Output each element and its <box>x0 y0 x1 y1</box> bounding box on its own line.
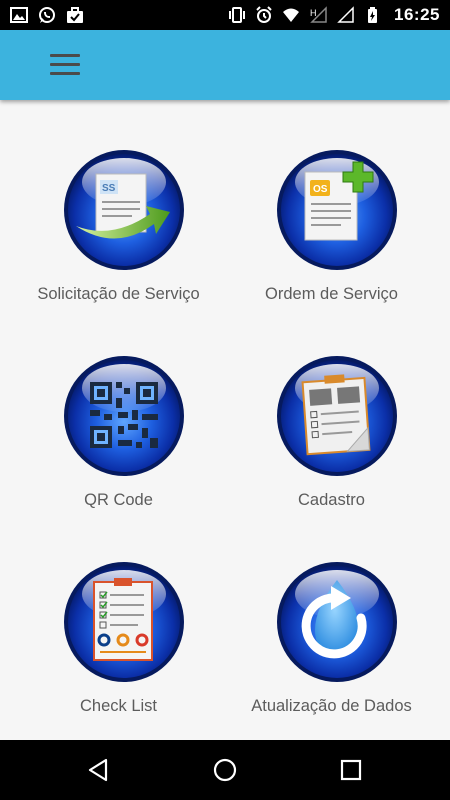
tile-label: Ordem de Serviço <box>265 285 398 303</box>
tile-qr-code[interactable]: QR Code <box>6 306 231 509</box>
status-time: 16:25 <box>394 5 440 24</box>
tile-label: Solicitação de Serviço <box>37 285 200 303</box>
menu-grid: SS Solicitação de Serviço OS Ordem de Se… <box>0 100 450 740</box>
refresh-data-icon <box>277 562 397 682</box>
briefcase-check-icon <box>67 7 83 23</box>
tile-check-list[interactable]: Check List <box>6 512 231 715</box>
whatsapp-icon <box>39 7 55 23</box>
app-bar <box>0 30 450 100</box>
hamburger-menu-icon[interactable] <box>50 54 80 76</box>
tile-solicitacao-servico[interactable]: SS Solicitação de Serviço <box>6 100 231 303</box>
tile-atualizacao-dados[interactable]: Atualização de Dados <box>219 512 444 715</box>
battery-charging-icon <box>368 7 378 23</box>
tile-label: QR Code <box>84 491 153 509</box>
signal-h-icon: H <box>310 6 327 23</box>
wifi-icon <box>283 8 300 22</box>
tile-ordem-servico[interactable]: OS Ordem de Serviço <box>219 100 444 303</box>
image-icon <box>10 7 28 23</box>
status-system: H 16:25 <box>228 5 440 25</box>
navigation-bar <box>0 740 450 800</box>
service-order-icon: OS <box>277 150 397 270</box>
checklist-icon <box>64 562 184 682</box>
tile-cadastro[interactable]: Cadastro <box>219 306 444 509</box>
alarm-icon <box>256 6 272 23</box>
tile-label: Check List <box>79 697 158 715</box>
status-bar: H 16:25 <box>0 0 450 30</box>
home-icon[interactable] <box>212 757 238 783</box>
svg-text:H: H <box>310 8 317 18</box>
service-request-icon: SS <box>64 150 184 270</box>
signal-icon <box>337 6 354 23</box>
svg-text:OS: OS <box>313 184 328 195</box>
back-icon[interactable] <box>86 757 112 783</box>
tile-label: Atualização de Dados <box>251 697 412 715</box>
qr-code-icon <box>64 356 184 476</box>
tile-label: Cadastro <box>298 491 365 509</box>
vibrate-icon <box>229 7 246 23</box>
status-notifications <box>10 6 84 24</box>
registration-form-icon <box>277 356 397 476</box>
svg-text:SS: SS <box>102 183 116 194</box>
recents-icon[interactable] <box>338 757 364 783</box>
